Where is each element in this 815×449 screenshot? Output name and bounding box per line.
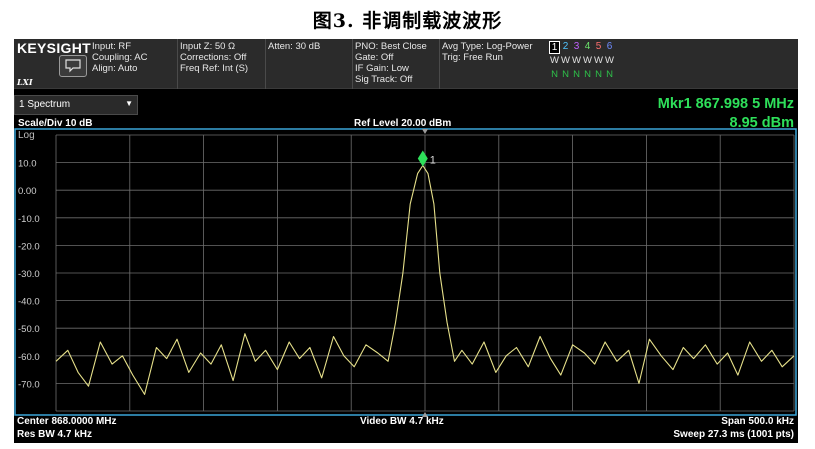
y-tick-label: -40.0 — [18, 297, 40, 308]
y-tick-label: 10.0 — [18, 159, 37, 170]
plot-frame — [14, 128, 797, 416]
figure-caption: 图3. 非调制载波波形 — [312, 10, 503, 32]
y-tick-label: -70.0 — [18, 379, 40, 390]
marker-number-label: 1 — [430, 154, 436, 166]
video-bw-label[interactable]: Video BW 4.7 kHz — [360, 416, 444, 427]
y-tick-label: -20.0 — [18, 241, 40, 252]
res-bw-label[interactable]: Res BW 4.7 kHz — [17, 429, 92, 440]
ref-level-pointer-icon — [422, 129, 428, 134]
center-frequency-label[interactable]: Center 868.0000 MHz — [17, 416, 117, 427]
span-label[interactable]: Span 500.0 kHz — [721, 416, 794, 427]
marker-diamond-icon — [417, 150, 428, 167]
y-tick-label: -60.0 — [18, 352, 40, 363]
y-tick-label: -10.0 — [18, 214, 40, 225]
y-tick-label: -50.0 — [18, 324, 40, 335]
y-tick-label: 0.00 — [18, 186, 37, 197]
spectrum-plot[interactable]: 10.0 0.00 -10.0 -20.0 -30.0 -40.0 -50.0 -60.0 -7… — [14, 39, 798, 443]
sweep-label[interactable]: Sweep 27.3 ms (1001 pts) — [673, 429, 794, 440]
spectrum-analyzer-screen: KEYSIGHT LXI Input: RF Coupling: AC Alig… — [14, 39, 798, 443]
y-tick-label: -30.0 — [18, 269, 40, 280]
